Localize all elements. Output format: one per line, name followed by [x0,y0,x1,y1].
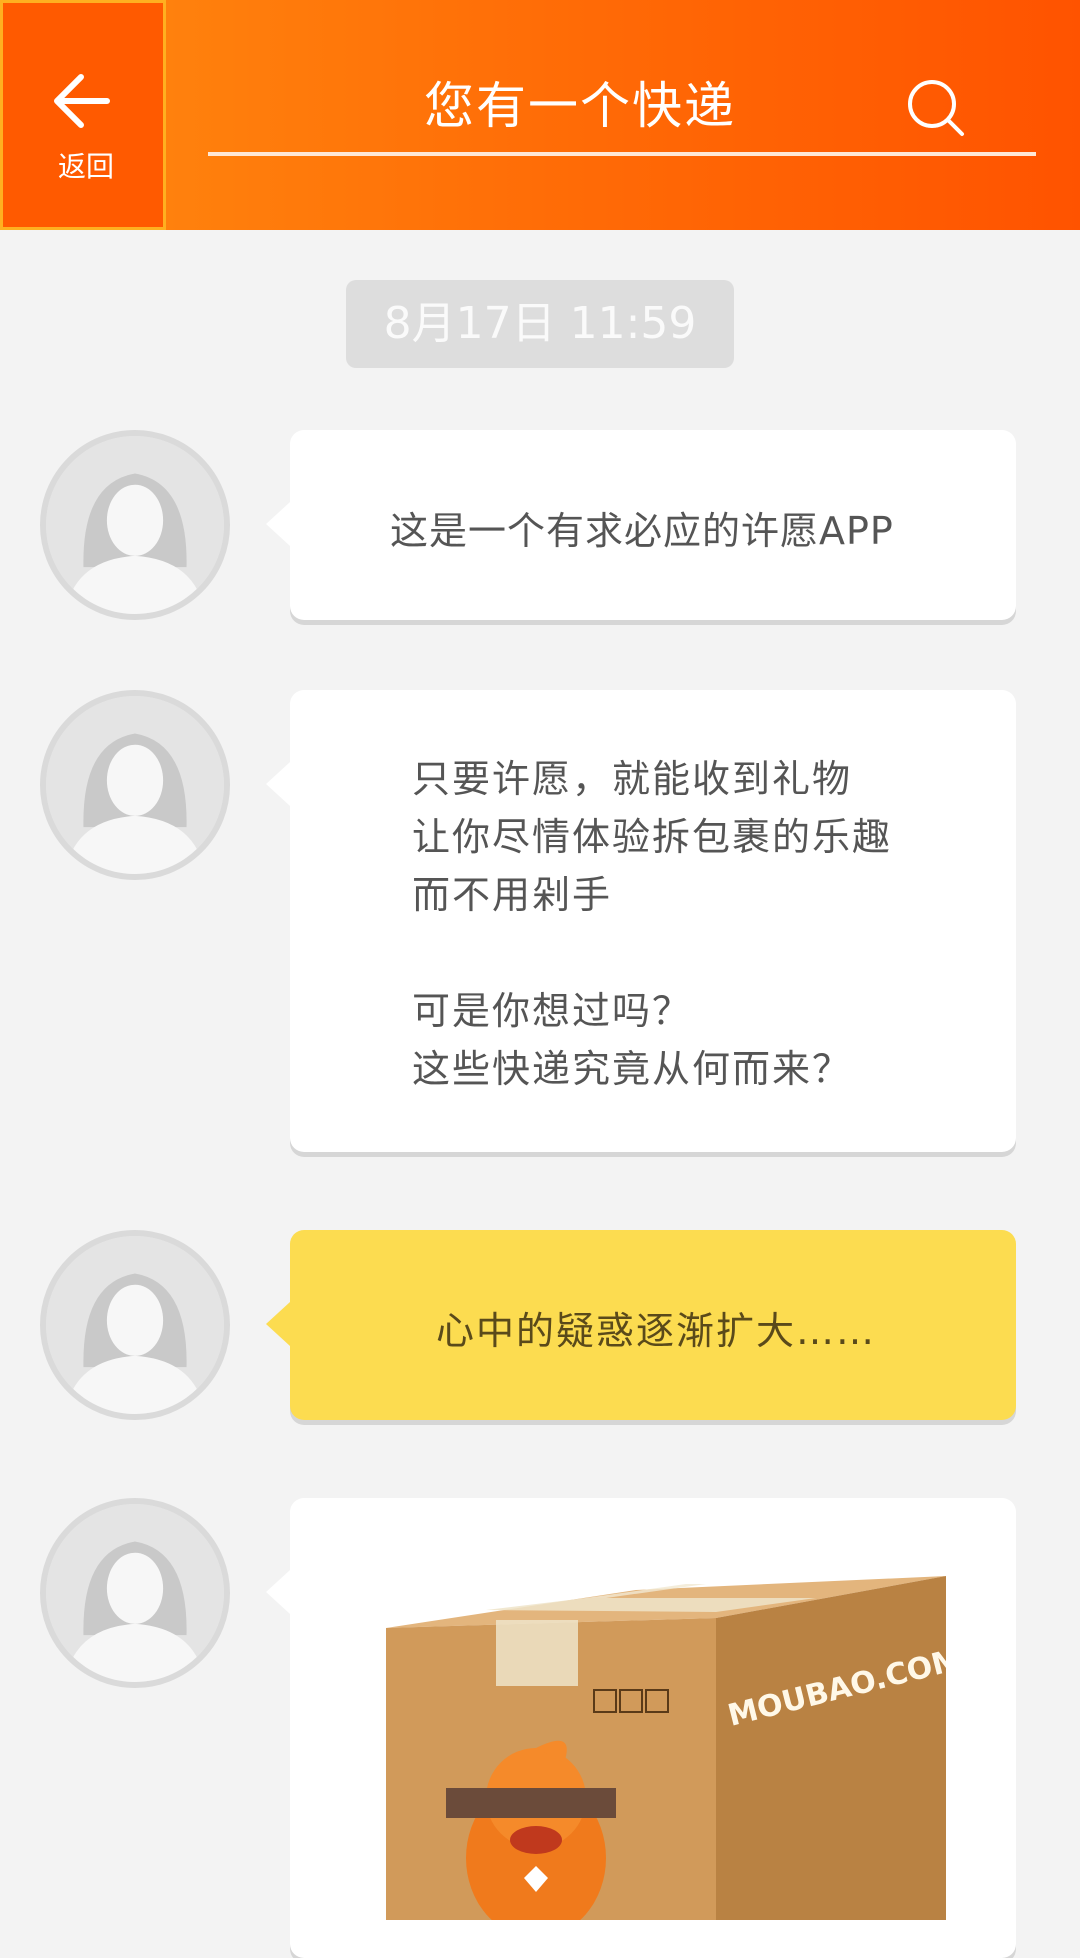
image-message-bubble[interactable]: MOUBAO.COM [266,1498,1016,1958]
message-text: 这是一个有求必应的许愿APP [390,509,894,553]
message-line [412,924,892,982]
avatar[interactable] [40,430,230,620]
back-arrow-icon [54,74,110,128]
title-underline [208,152,1036,156]
highlight-message-bubble: 心中的疑惑逐渐扩大…… [266,1230,1016,1420]
app-header: 返回 您有一个快递 [0,0,1080,230]
message-line: 而不用剁手 [412,873,613,917]
avatar[interactable] [40,1230,230,1420]
message-line: 这些快递究竟从何而来？ [412,1047,853,1091]
avatar[interactable] [40,690,230,880]
back-button[interactable]: 返回 [0,0,166,230]
message-bubble: 这是一个有求必应的许愿APP [266,430,1016,620]
page-title: 您有一个快递 [424,77,736,135]
message-bubble: 只要许愿，就能收到礼物 让你尽情体验拆包裹的乐趣 而不用剁手 可是你想过吗？ 这… [266,690,1016,1152]
avatar[interactable] [40,1498,230,1688]
message-line: 只要许愿，就能收到礼物 [412,757,853,801]
message-date: 8月17日 11:59 [346,280,734,368]
back-label: 返回 [57,150,114,183]
message-line: 可是你想过吗？ [412,989,693,1033]
search-icon[interactable] [904,76,966,138]
avatar-silhouette-icon [46,696,224,874]
message-text: 只要许愿，就能收到礼物 让你尽情体验拆包裹的乐趣 而不用剁手 可是你想过吗？ 这… [412,750,892,1098]
avatar-silhouette-icon [46,1504,224,1682]
package-box-image[interactable]: MOUBAO.COM [386,1548,946,1920]
avatar-silhouette-icon [46,436,224,614]
avatar-silhouette-icon [46,1236,224,1414]
message-text: 心中的疑惑逐渐扩大…… [436,1309,877,1353]
message-line: 让你尽情体验拆包裹的乐趣 [412,815,893,859]
